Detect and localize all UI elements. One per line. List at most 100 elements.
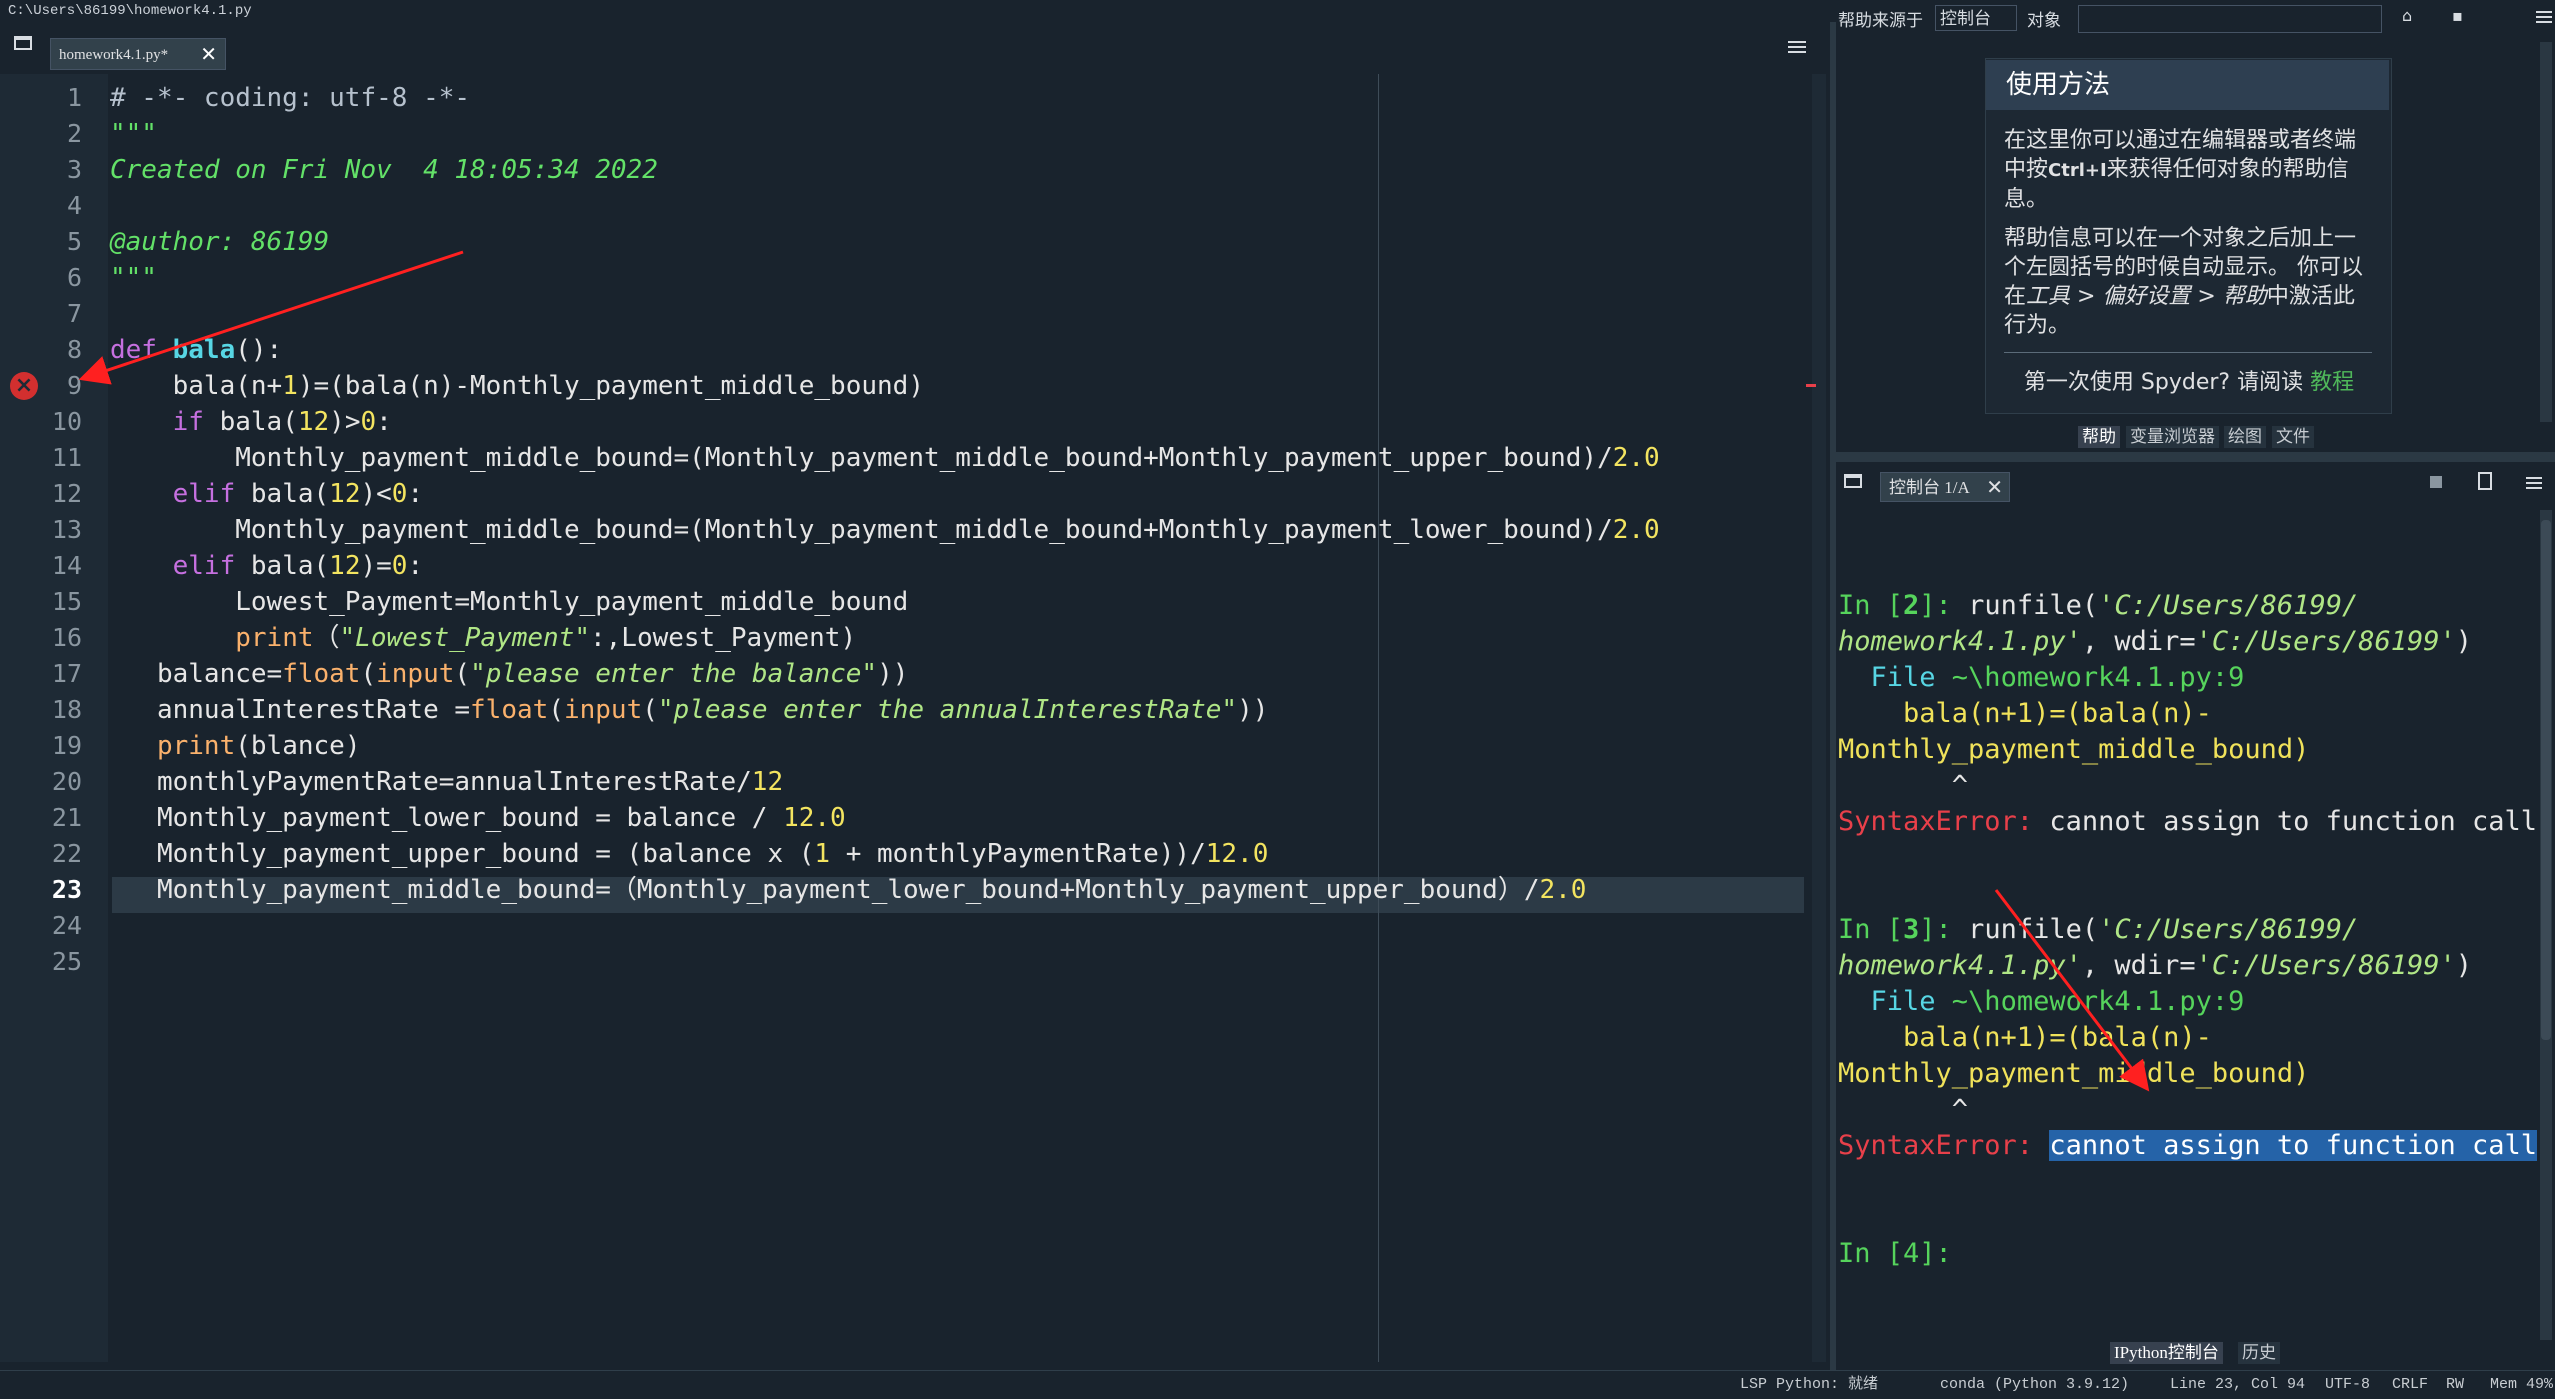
object-label: 对象 (2027, 11, 2061, 31)
code-line-14: elif bala(12)=0: (172, 551, 424, 581)
error-scroll-flag (1806, 384, 1816, 387)
window-icon[interactable] (1844, 474, 1862, 488)
stop-icon[interactable] (2430, 476, 2442, 488)
line-number: 19 (51, 731, 82, 760)
tab-variable-explorer[interactable]: 变量浏览器 (2126, 426, 2219, 448)
code-line-6: """ (110, 263, 157, 293)
conda-env[interactable]: conda (Python 3.9.12) (1940, 1371, 2129, 1399)
help-paragraph-1: 在这里你可以通过在编辑器或者终端中按Ctrl+I来获得任何对象的帮助信息。 (2004, 128, 2357, 212)
editor-menu-icon[interactable] (1788, 38, 1806, 56)
help-scrollbar[interactable] (2540, 42, 2552, 422)
line-number: 5 (66, 227, 82, 256)
selected-error-text[interactable]: cannot assign to function call (2049, 1130, 2538, 1161)
console-line: homework4.1.py', wdir='C:/Users/86199') (1838, 626, 2472, 657)
line-number: 1 (66, 83, 82, 112)
first-use-line: 第一次使用 Spyder? 请阅读 教程 (2023, 370, 2355, 395)
console-tab[interactable]: 控制台 1/A ✕ (1880, 472, 2010, 502)
console-line: Monthly_payment_middle_bound) (1838, 734, 2310, 765)
help-source-select[interactable]: 控制台 (1935, 5, 2017, 31)
console-line: homework4.1.py', wdir='C:/Users/86199') (1838, 950, 2472, 981)
code-line-1: # -*- coding: utf-8 -*- (110, 83, 471, 113)
code-area[interactable]: # -*- coding: utf-8 -*- """ Created on F… (110, 74, 1810, 1362)
window-icon[interactable] (14, 36, 32, 50)
console-error-3: SyntaxError: cannot assign to function c… (1838, 1130, 2538, 1161)
status-bar: LSP Python: 就绪 conda (Python 3.9.12) Lin… (0, 1370, 2555, 1399)
console-tab-label: 控制台 1/A (1889, 478, 1970, 497)
cursor-position: Line 23, Col 94 (2170, 1376, 2306, 1393)
code-line-19: print(blance) (156, 731, 361, 761)
horizontal-splitter[interactable] (1836, 452, 2555, 462)
close-tab-icon[interactable]: ✕ (200, 39, 217, 71)
code-line-12: elif bala(12)<0: (172, 479, 424, 509)
line-number: 17 (51, 659, 82, 688)
line-number: 4 (66, 191, 82, 220)
tab-plots[interactable]: 绘图 (2224, 426, 2266, 448)
editor-tab[interactable]: homework4.1.py* ✕ (50, 38, 226, 70)
line-number: 11 (51, 443, 82, 472)
editor-tab-label: homework4.1.py* (59, 47, 169, 63)
tutorial-link[interactable]: 教程 (2310, 370, 2354, 395)
line-number: 20 (51, 767, 82, 796)
console-line: bala(n+1)=(bala(n)- (1838, 1022, 2212, 1053)
console-line: ^ (1838, 1094, 1969, 1125)
code-line-8: def bala(): (110, 335, 283, 365)
line-number: 7 (66, 299, 82, 328)
console-line: File ~\homework4.1.py:9 (1838, 986, 2245, 1017)
trash-icon[interactable] (2478, 472, 2492, 490)
line-number: 15 (51, 587, 82, 616)
line-number: 14 (51, 551, 82, 580)
console-line: Monthly_payment_middle_bound) (1838, 1058, 2310, 1089)
console-line: bala(n+1)=(bala(n)- (1838, 698, 2212, 729)
home-icon[interactable]: ⌂ (2402, 6, 2412, 25)
code-line-3: Created on Fri Nov 4 18:05:34 2022 (110, 155, 658, 185)
code-line-20: monthlyPaymentRate=annualInterestRate/12 (110, 767, 784, 797)
tab-ipython-console[interactable]: IPython控制台 (2110, 1342, 2223, 1364)
line-number: 22 (51, 839, 82, 868)
help-paragraph-2: 帮助信息可以在一个对象之后加上一个左圆括号的时候自动显示。 你可以在工具 > 偏… (2004, 226, 2363, 338)
line-number: 6 (66, 263, 82, 292)
console-error-2: SyntaxError: cannot assign to function c… (1838, 806, 2537, 837)
tab-history[interactable]: 历史 (2238, 1342, 2280, 1364)
console-line: File ~\homework4.1.py:9 (1838, 662, 2245, 693)
help-card-title: 使用方法 (1986, 60, 2389, 110)
line-number: 16 (51, 623, 82, 652)
code-line-11: Monthly_payment_middle_bound=(Monthly_pa… (110, 443, 1660, 473)
lsp-status: LSP Python: 就绪 (1740, 1376, 1879, 1393)
line-number: 21 (51, 803, 82, 832)
lock-icon[interactable]: ▪ (2452, 6, 2463, 25)
tab-files[interactable]: 文件 (2272, 426, 2314, 448)
line-number: 3 (66, 155, 82, 184)
code-line-18: annualInterestRate =float(input("please … (110, 695, 1269, 725)
help-menu-icon[interactable] (2536, 8, 2552, 26)
code-line-5: @author: 86199 (110, 227, 330, 257)
code-line-22: Monthly_payment_upper_bound = (balance x… (110, 839, 1269, 869)
memory-usage: Mem 49% (2490, 1376, 2554, 1393)
line-numbers: 1 2 3 4 5 6 7 8 9 10 11 12 13 14 15 16 17 18 19 20 21 22 23 24 2… (0, 80, 100, 1280)
help-source-value: 控制台 (1940, 9, 1991, 29)
line-number: 18 (51, 695, 82, 724)
console-line: ^ (1838, 770, 1969, 801)
line-number: 13 (51, 515, 82, 544)
close-console-icon[interactable]: ✕ (1986, 473, 2003, 503)
line-number: 2 (66, 119, 82, 148)
console-prompt-4[interactable]: In [4]: (1838, 1236, 1952, 1272)
line-endings: CRLF (2392, 1376, 2429, 1393)
line-number: 24 (51, 911, 82, 940)
code-line-23: Monthly_payment_middle_bound=（Monthly_pa… (110, 875, 1587, 905)
help-source-label: 帮助来源于 (1838, 11, 1923, 31)
code-line-13: Monthly_payment_middle_bound=(Monthly_pa… (110, 515, 1660, 545)
editor-scrollbar[interactable] (1812, 74, 1826, 1362)
object-input[interactable] (2078, 5, 2382, 33)
console-scroll-thumb[interactable] (2541, 520, 2551, 1040)
code-line-9: bala(n+1)=(bala(n)-Monthly_payment_middl… (110, 371, 924, 401)
code-line-17: balance=float(input("please enter the ba… (110, 659, 909, 689)
code-line-10: if bala(12)>0: (172, 407, 392, 437)
console-menu-icon[interactable] (2526, 474, 2542, 492)
code-line-2: """ (110, 119, 157, 149)
help-divider (2004, 352, 2372, 353)
file-encoding: UTF-8 (2325, 1376, 2371, 1393)
file-permissions: RW (2446, 1376, 2465, 1393)
error-icon[interactable]: × (10, 372, 38, 400)
line-number: 23 (51, 875, 82, 904)
tab-help[interactable]: 帮助 (2078, 426, 2120, 448)
